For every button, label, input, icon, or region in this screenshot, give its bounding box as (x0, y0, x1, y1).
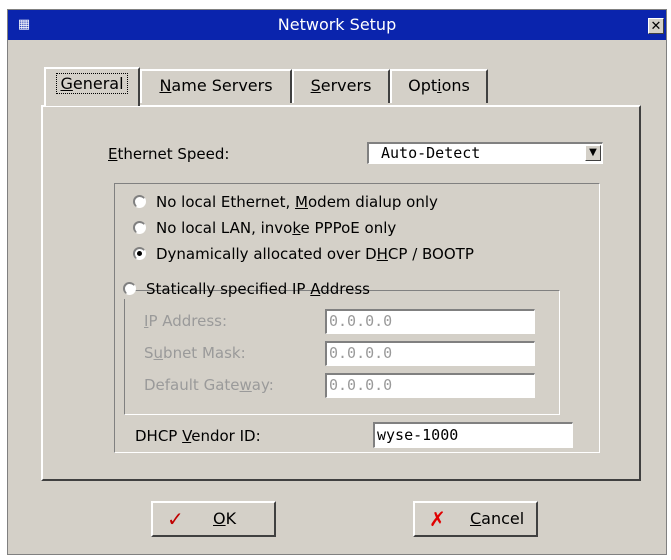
radio-button[interactable] (133, 221, 146, 234)
tab-name-servers-label: Name Servers (159, 76, 273, 95)
ok-button-label: OK (213, 509, 237, 528)
radio-static-ip-label: Statically specified IP Address (146, 280, 370, 298)
dhcp-vendor-id-field[interactable]: wyse-1000 (373, 422, 573, 448)
tab-general-label: General (56, 73, 128, 94)
ip-address-label: IP Address: (144, 312, 228, 330)
network-setup-window: ▦ Network Setup ✕ General Name Servers S… (7, 9, 667, 555)
radio-button[interactable] (133, 195, 146, 208)
ethernet-speed-dropdown[interactable]: Auto-Detect ▼ (367, 142, 603, 164)
tab-name-servers[interactable]: Name Servers (140, 69, 292, 103)
cancel-button-label: Cancel (470, 509, 525, 528)
close-icon: ✕ (650, 19, 662, 34)
radio-static-ip[interactable]: Statically specified IP Address (123, 279, 370, 299)
radio-button[interactable] (123, 282, 136, 295)
tab-servers[interactable]: Servers (292, 69, 390, 103)
default-gateway-label: Default Gateway: (144, 376, 274, 394)
checkmark-icon: ✓ (167, 507, 184, 531)
dropdown-arrow-icon[interactable]: ▼ (585, 145, 601, 161)
radio-pppoe-label: No local LAN, invoke PPPoE only (156, 219, 397, 237)
radio-dhcp-label: Dynamically allocated over DHCP / BOOTP (156, 245, 474, 263)
ok-button[interactable]: ✓ OK (151, 501, 276, 537)
radio-modem-dialup-label: No local Ethernet, Modem dialup only (156, 193, 438, 211)
connection-type-group: No local Ethernet, Modem dialup only No … (114, 183, 600, 453)
subnet-mask-label: Subnet Mask: (144, 344, 246, 362)
tab-general[interactable]: General (44, 67, 140, 106)
tab-options[interactable]: Options (390, 69, 488, 103)
title-bar[interactable]: ▦ Network Setup ✕ (8, 10, 666, 40)
ethernet-speed-value: Auto-Detect (381, 144, 481, 162)
window-title: Network Setup (277, 15, 397, 34)
x-icon: ✗ (429, 507, 446, 531)
dhcp-vendor-id-label: DHCP Vendor ID: (135, 427, 261, 445)
radio-selected-dot (137, 251, 142, 256)
static-ip-group: Statically specified IP Address IP Addre… (123, 279, 560, 415)
close-button[interactable]: ✕ (648, 18, 664, 34)
ip-address-field[interactable]: 0.0.0.0 (325, 309, 535, 334)
radio-button[interactable] (133, 247, 146, 260)
tab-options-label: Options (408, 76, 470, 95)
default-gateway-field[interactable]: 0.0.0.0 (325, 373, 535, 398)
subnet-mask-field[interactable]: 0.0.0.0 (325, 341, 535, 366)
ethernet-speed-label: Ethernet Speed: (108, 145, 230, 163)
tab-servers-label: Servers (310, 76, 372, 95)
general-tab-panel: Ethernet Speed: Auto-Detect ▼ No local E… (41, 105, 641, 481)
cancel-button[interactable]: ✗ Cancel (413, 501, 538, 537)
